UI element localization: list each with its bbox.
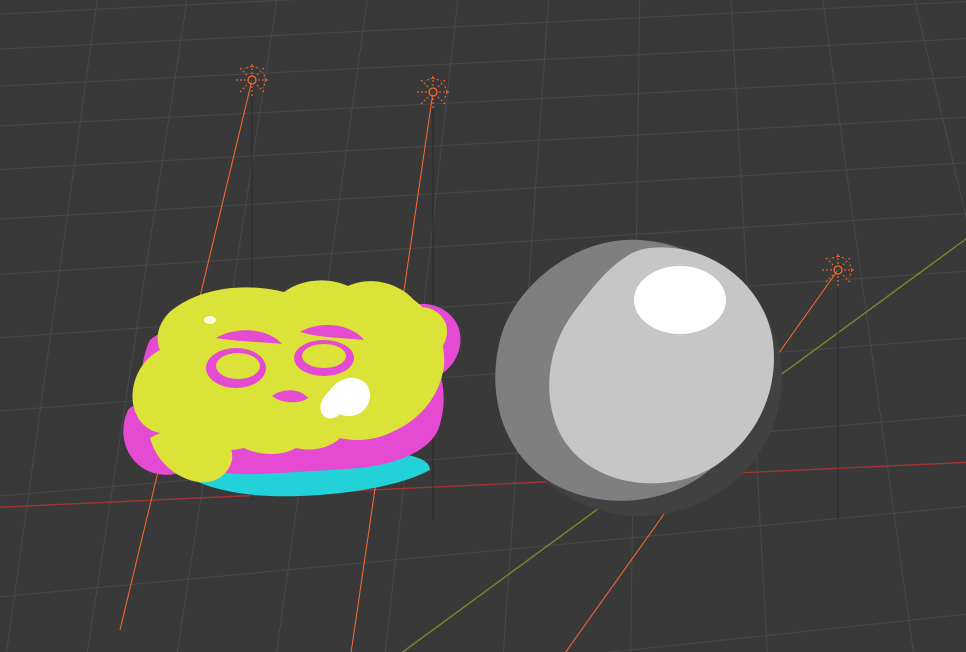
mesh-sphere[interactable] (495, 240, 782, 516)
floor-grid (0, 0, 966, 652)
3d-viewport[interactable] (0, 0, 966, 652)
mesh-suzanne[interactable] (123, 280, 460, 496)
viewport-canvas[interactable] (0, 0, 966, 652)
